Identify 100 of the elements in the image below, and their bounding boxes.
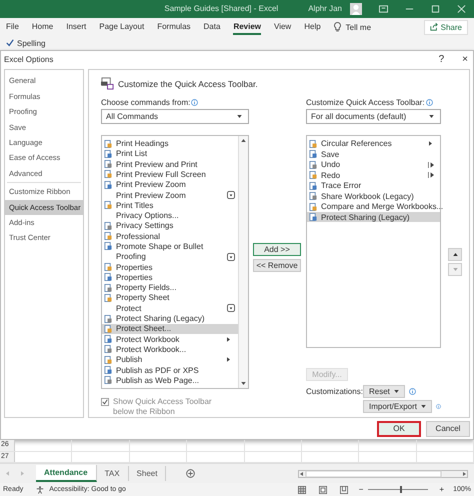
lightbulb-icon[interactable]: [334, 22, 341, 32]
commands-dropdown[interactable]: All Commands: [101, 109, 249, 124]
command-item[interactable]: Protect Sharing (Legacy): [102, 313, 238, 324]
dialog-title: Excel Options: [4, 54, 54, 64]
move-up-button[interactable]: [448, 248, 462, 262]
command-item[interactable]: Protect Sheet...: [102, 324, 238, 334]
ribbon-tab[interactable]: Home: [32, 20, 54, 35]
user-name: Alphr Jan: [308, 4, 342, 14]
reset-button[interactable]: Reset: [363, 385, 405, 398]
ribbon-tab[interactable]: Formulas: [157, 20, 191, 35]
command-item[interactable]: Print List: [102, 148, 238, 159]
accessibility-icon[interactable]: [36, 486, 44, 494]
share-icon: [430, 23, 438, 32]
ribbon-tab[interactable]: Help: [304, 20, 321, 35]
info-icon: [191, 99, 198, 106]
maximize-icon[interactable]: [431, 4, 440, 13]
info-icon: [408, 388, 416, 396]
command-item[interactable]: Publish as PDF or XPS: [102, 364, 238, 376]
ribbon-tab[interactable]: Data: [204, 20, 220, 35]
horizontal-scrollbar[interactable]: [298, 470, 468, 478]
command-item[interactable]: Protect Workbook...: [102, 344, 238, 355]
ok-button[interactable]: OK: [377, 420, 421, 437]
field-label: Customize Quick Access Toolbar:: [306, 98, 425, 108]
command-item[interactable]: Proofing: [102, 252, 238, 262]
command-item[interactable]: Privacy Options...: [102, 210, 238, 221]
ribbon-display-icon[interactable]: [379, 4, 388, 13]
command-icon: [309, 171, 317, 180]
command-item[interactable]: Print Titles: [102, 200, 238, 210]
section-heading: Customize the Quick Access Toolbar.: [118, 78, 258, 89]
sheet-tab[interactable]: Sheet: [128, 466, 166, 482]
toolbar-item[interactable]: Redo: [307, 170, 440, 180]
caret-icon: [421, 405, 426, 408]
add-sheet-icon[interactable]: [186, 469, 196, 478]
caret-icon: [237, 115, 242, 118]
info-icon: [426, 99, 433, 106]
command-item[interactable]: Property Sheet: [102, 292, 238, 304]
command-item[interactable]: Professional: [102, 231, 238, 242]
command-item[interactable]: Print Preview Zoom: [102, 180, 238, 190]
command-icon: [309, 150, 317, 158]
ribbon-tab[interactable]: Insert: [66, 20, 86, 35]
command-item[interactable]: Print Preview Zoom: [102, 190, 238, 200]
command-icon: [309, 202, 317, 211]
caret-icon: [394, 390, 399, 394]
scope-dropdown[interactable]: For all documents (default): [306, 109, 441, 124]
command-icon: [309, 182, 317, 190]
command-item[interactable]: Publish as Web Page...: [102, 375, 238, 386]
ribbon-tab[interactable]: View: [274, 20, 292, 35]
sheet-tab[interactable]: TAX: [96, 466, 129, 482]
share-button[interactable]: Share: [424, 20, 468, 35]
ribbon-tab[interactable]: Page Layout: [99, 20, 144, 35]
command-item[interactable]: Properties: [102, 272, 238, 283]
scroll-up-icon[interactable]: [241, 139, 246, 142]
zoom-out-button[interactable]: −: [358, 485, 364, 494]
command-item[interactable]: Print Preview and Print: [102, 158, 238, 170]
toolbar-item[interactable]: Undo: [307, 159, 440, 170]
close-button[interactable]: ×: [462, 54, 468, 65]
ribbon-tab[interactable]: Review: [233, 20, 262, 35]
info-icon: [436, 403, 441, 410]
scrollbar[interactable]: [238, 136, 248, 388]
toolbar-item[interactable]: Circular References: [307, 138, 440, 149]
toolbar-item[interactable]: Protect Sharing (Legacy): [307, 212, 440, 222]
command-item[interactable]: Publish: [102, 354, 238, 365]
add-button[interactable]: Add >>: [253, 243, 301, 256]
command-icon: [309, 192, 317, 200]
up-arrow-icon: [452, 253, 458, 256]
command-icon: [309, 160, 317, 169]
tell-me-field[interactable]: Tell me: [346, 22, 372, 32]
close-icon[interactable]: [457, 4, 466, 13]
spelling-button[interactable]: Spelling: [17, 38, 46, 48]
command-item[interactable]: Properties: [102, 262, 238, 272]
cancel-button[interactable]: Cancel: [426, 420, 470, 437]
field-label: Choose commands from:: [101, 98, 190, 108]
import-export-button[interactable]: Import/Export: [363, 400, 432, 414]
zoom-in-button[interactable]: +: [439, 485, 444, 494]
normal-view-icon[interactable]: [298, 486, 306, 494]
toolbar-item[interactable]: Save: [307, 148, 440, 160]
caret-icon: [429, 115, 434, 118]
command-item[interactable]: Print Headings: [102, 138, 238, 149]
command-item[interactable]: Protect Workbook: [102, 334, 238, 344]
remove-button[interactable]: << Remove: [253, 259, 301, 272]
command-icon: [309, 213, 317, 222]
toolbar-item[interactable]: Trace Error: [307, 180, 440, 191]
scroll-down-icon[interactable]: [241, 382, 246, 386]
command-item[interactable]: Privacy Settings: [102, 220, 238, 232]
help-button[interactable]: ?: [438, 54, 444, 65]
command-item[interactable]: Print Preview Full Screen: [102, 169, 238, 180]
toolbar-item[interactable]: Compare and Merge Workbooks...: [307, 201, 440, 212]
page-layout-icon[interactable]: [318, 486, 327, 494]
page-break-icon[interactable]: [340, 486, 348, 494]
avatar-icon[interactable]: [350, 2, 362, 15]
zoom-thumb[interactable]: [400, 486, 402, 494]
sheet-tab[interactable]: Attendance: [36, 465, 97, 482]
down-arrow-icon: [452, 268, 458, 272]
command-item[interactable]: Promote Shape or Bullet: [102, 241, 238, 252]
command-item[interactable]: Protect: [102, 303, 238, 314]
toolbar-item[interactable]: Share Workbook (Legacy): [307, 190, 440, 202]
command-icon: [309, 140, 317, 148]
command-item[interactable]: Property Fields...: [102, 282, 238, 293]
ribbon-tab[interactable]: File: [6, 20, 19, 35]
spelling-icon[interactable]: [6, 39, 14, 48]
